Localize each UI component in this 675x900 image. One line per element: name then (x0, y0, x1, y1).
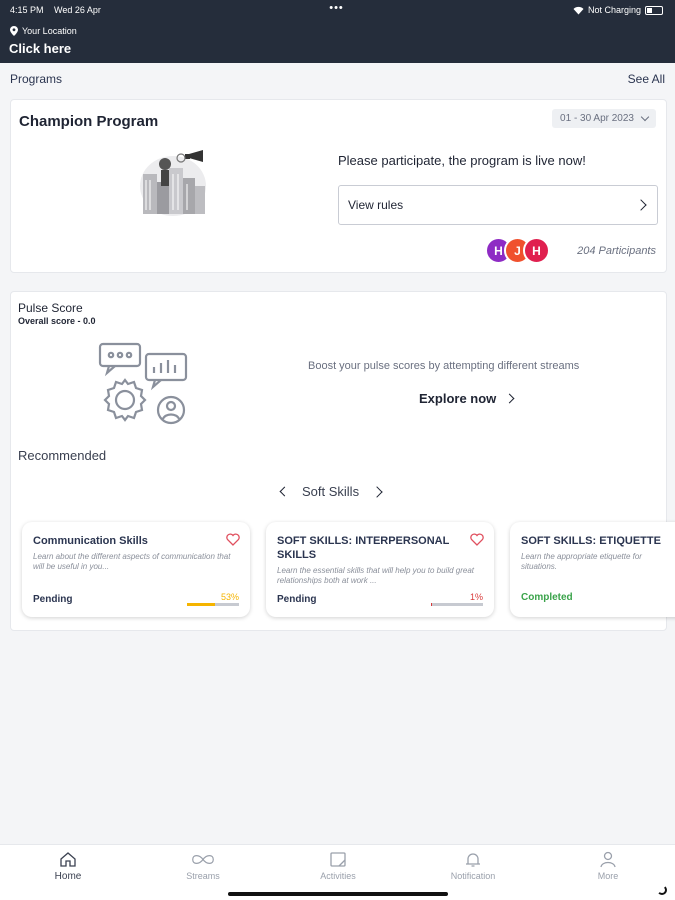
course-status: Pending (277, 594, 317, 605)
course-title: SOFT SKILLS: INTERPERSONAL SKILLS (277, 535, 450, 561)
chevron-right-icon (504, 393, 515, 404)
course-card[interactable]: Communication Skills Learn about the dif… (22, 522, 250, 617)
activities-icon (330, 852, 346, 867)
nav-notification[interactable]: Notification (433, 851, 513, 881)
explore-now-button[interactable]: Explore now (419, 391, 515, 406)
course-card[interactable]: SOFT SKILLS: INTERPERSONAL SKILLS Learn … (266, 522, 494, 617)
see-all-link[interactable]: See All (628, 72, 665, 86)
stream-name: Soft Skills (302, 484, 360, 499)
user-icon (600, 851, 616, 868)
nav-label: Streams (186, 871, 220, 881)
multitask-dots[interactable]: ••• (329, 2, 344, 14)
recommended-heading: Recommended (18, 448, 107, 463)
course-status: Completed (521, 592, 573, 603)
nav-activities[interactable]: Activities (298, 851, 378, 881)
program-message: Please participate, the program is live … (338, 153, 586, 168)
location-selector[interactable]: Your Location (10, 26, 77, 36)
overall-score: Overall score - 0.0 (18, 316, 96, 326)
location-label: Your Location (22, 26, 77, 36)
location-pin-icon (10, 26, 18, 36)
program-illustration-icon (140, 150, 206, 216)
nav-label: Notification (450, 871, 496, 881)
top-bar: 4:15 PM Wed 26 Apr ••• Not Charging Your… (0, 0, 675, 63)
boost-text: Boost your pulse scores by attempting di… (308, 360, 580, 372)
programs-title: Programs (10, 72, 63, 86)
date-range-dropdown[interactable]: 01 - 30 Apr 2023 (552, 109, 656, 128)
chevron-right-icon[interactable] (371, 485, 383, 498)
pulse-score-title: Pulse Score (18, 301, 83, 315)
home-icon (60, 852, 76, 867)
avatar: H (523, 237, 550, 264)
participants-count: 204 Participants (577, 245, 656, 257)
chevron-down-icon (640, 112, 650, 122)
course-status: Pending (33, 594, 73, 605)
program-card[interactable]: Champion Program 01 - 30 Apr 2023 Please… (10, 99, 667, 273)
battery-icon (645, 5, 663, 15)
home-indicator[interactable] (228, 892, 448, 896)
course-description: Learn about the different aspects of com… (33, 552, 231, 571)
nav-label: More (597, 871, 619, 881)
nav-more[interactable]: More (568, 851, 648, 881)
charging-status: Not Charging (587, 5, 641, 15)
course-card[interactable]: SOFT SKILLS: ETIQUETTE Learn the appropr… (510, 522, 675, 617)
date-range-text: 01 - 30 Apr 2023 (560, 113, 634, 124)
course-description: Learn the essential skills that will hel… (277, 566, 474, 585)
participant-avatars: H J H (485, 237, 550, 264)
chevron-left-icon[interactable] (279, 486, 290, 497)
course-title: SOFT SKILLS: ETIQUETTE (521, 535, 661, 547)
view-rules-label: View rules (348, 198, 404, 212)
nav-home[interactable]: Home (28, 851, 108, 882)
progress-bar (431, 603, 483, 606)
status-bar: 4:15 PM Wed 26 Apr ••• Not Charging (10, 2, 663, 16)
nav-label: Home (54, 871, 82, 882)
infinity-icon (192, 855, 214, 864)
heart-icon[interactable] (226, 533, 240, 546)
bottom-nav: Home Streams Activities Notification Mor… (0, 844, 675, 900)
programs-header: Programs See All (10, 72, 665, 86)
view-rules-button[interactable]: View rules (338, 185, 658, 225)
nav-label: Activities (320, 871, 356, 881)
course-percent: 1% (469, 592, 483, 602)
program-title: Champion Program (19, 113, 159, 130)
explore-now-label: Explore now (419, 391, 497, 406)
progress-bar (187, 603, 239, 606)
location-value[interactable]: Click here (9, 41, 71, 56)
loading-spinner-icon (657, 885, 667, 895)
status-time: 4:15 PM (10, 5, 44, 15)
heart-icon[interactable] (470, 533, 484, 546)
pulse-score-card: Pulse Score Overall score - 0.0 Boost yo… (10, 291, 675, 631)
nav-streams[interactable]: Streams (163, 851, 243, 881)
chevron-right-icon (635, 199, 647, 211)
progress-fill (431, 603, 433, 606)
progress-fill (187, 603, 215, 606)
course-description: Learn the appropriate etiquette for situ… (521, 552, 642, 571)
status-date: Wed 26 Apr (54, 5, 101, 15)
bell-icon (466, 853, 480, 867)
pulse-illustration-icon (98, 342, 188, 425)
course-percent: 53% (220, 592, 239, 602)
wifi-icon (573, 6, 584, 14)
course-title: Communication Skills (33, 535, 148, 547)
stream-switcher: Soft Skills (279, 484, 383, 499)
